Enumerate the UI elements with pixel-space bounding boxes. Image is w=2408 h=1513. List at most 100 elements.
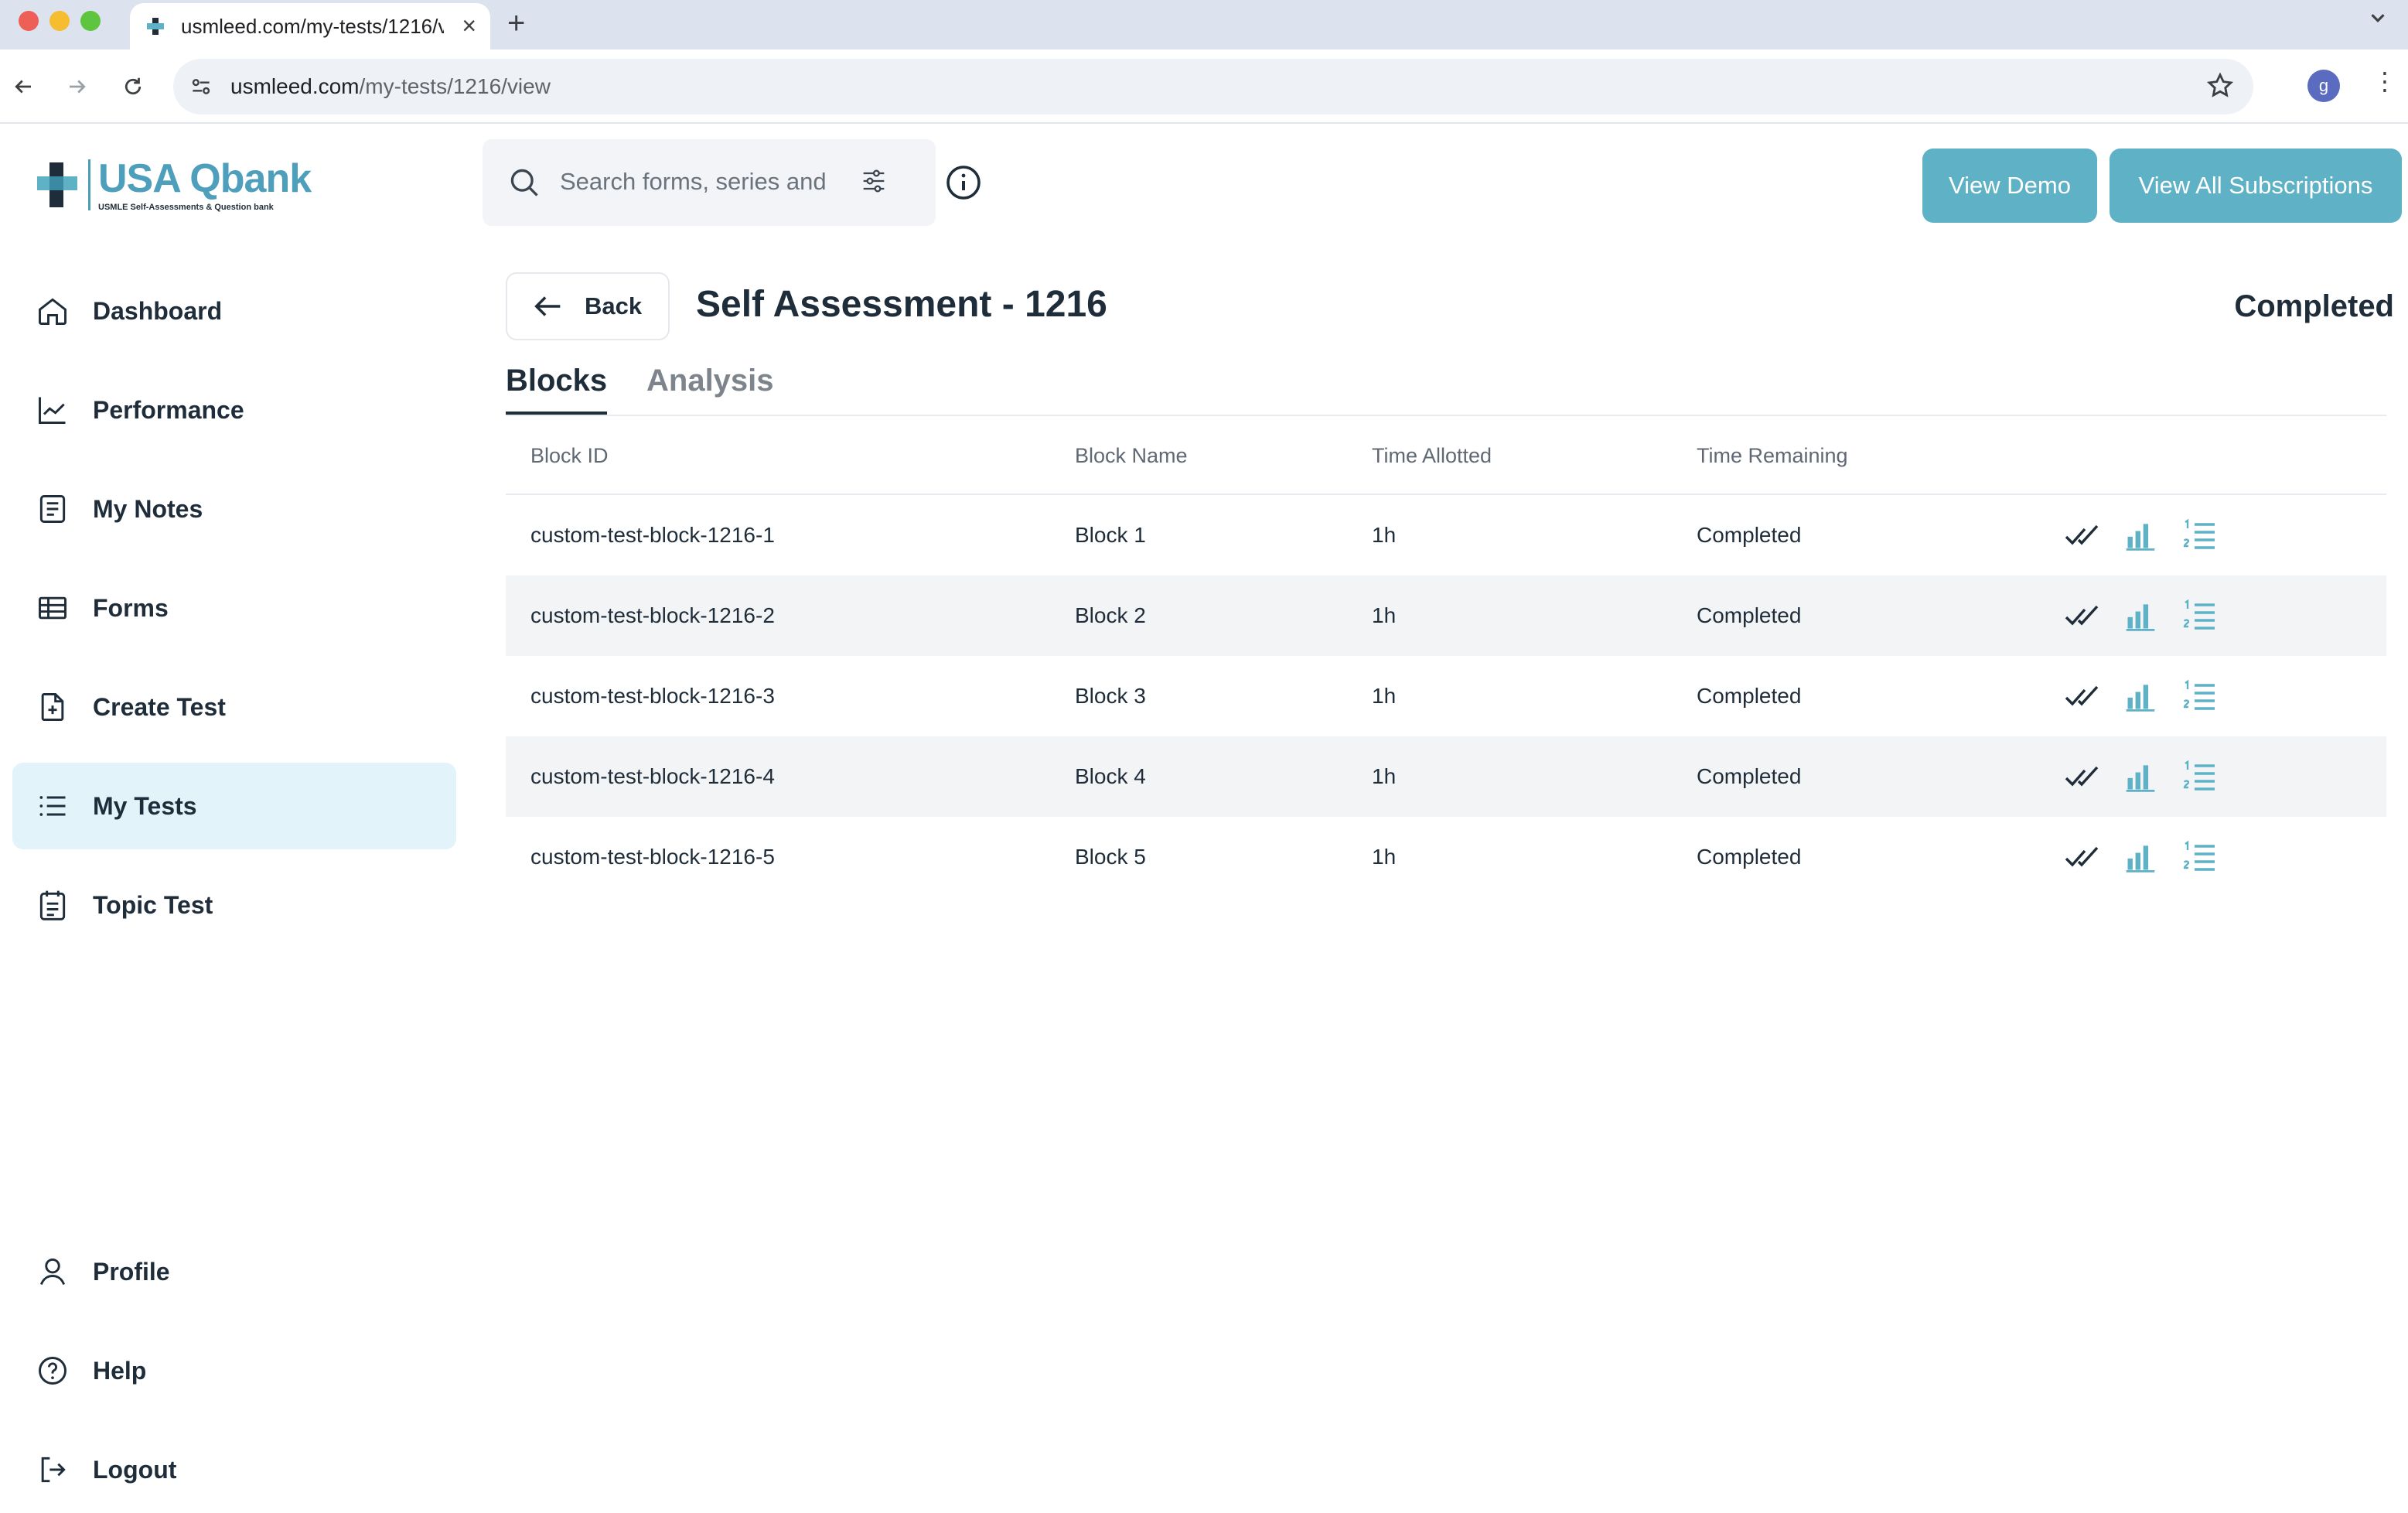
- cell-time-allotted: 1h: [1372, 603, 1397, 627]
- window-close-button[interactable]: [19, 11, 39, 31]
- filter-sliders-icon[interactable]: [858, 166, 889, 196]
- blocks-table: Block ID Block Name Time Allotted Time R…: [506, 418, 2386, 897]
- browser-profile-avatar[interactable]: g: [2307, 70, 2340, 102]
- reload-icon[interactable]: [114, 68, 152, 105]
- back-button-label: Back: [585, 292, 643, 319]
- sidebar-item-my-notes[interactable]: My Notes: [12, 466, 456, 552]
- notes-icon: [36, 492, 70, 526]
- header-block-name[interactable]: Block Name: [1075, 444, 1372, 468]
- bookmark-star-icon[interactable]: [2205, 71, 2235, 101]
- cell-block-name: Block 3: [1075, 684, 1146, 708]
- double-check-icon[interactable]: [2063, 597, 2100, 634]
- site-favicon-icon: [147, 18, 164, 35]
- help-icon: [36, 1354, 70, 1388]
- header-time-allotted[interactable]: Time Allotted: [1372, 444, 1697, 468]
- sidebar-item-label: Forms: [93, 593, 169, 622]
- sidebar-item-label: Help: [93, 1356, 147, 1385]
- bar-chart-icon[interactable]: [2122, 758, 2159, 795]
- numbered-list-icon[interactable]: [2181, 597, 2218, 634]
- cell-time-remaining: Completed: [1697, 684, 1802, 708]
- brand-logo[interactable]: USA Qbank USMLE Self-Assessments & Quest…: [36, 159, 312, 212]
- view-all-subscriptions-button[interactable]: View All Subscriptions: [2110, 149, 2402, 223]
- logo-cross-icon: [37, 162, 77, 207]
- row-actions: [2063, 838, 2239, 876]
- brand-tagline: USMLE Self-Assessments & Question bank: [98, 203, 274, 212]
- main-content: View Demo View All Subscriptions Back Se…: [472, 125, 2408, 1502]
- header-block-id[interactable]: Block ID: [530, 444, 1075, 468]
- sidebar-item-dashboard[interactable]: Dashboard: [12, 268, 456, 354]
- cell-block-name: Block 2: [1075, 603, 1146, 627]
- sidebar-item-logout[interactable]: Logout: [12, 1426, 456, 1513]
- sidebar-item-create-test[interactable]: Create Test: [12, 664, 456, 750]
- table-body: custom-test-block-1216-1 Block 1 1h Comp…: [506, 495, 2386, 897]
- cell-time-remaining: Completed: [1697, 523, 1802, 547]
- browser-menu-icon[interactable]: ⋮: [2372, 67, 2397, 96]
- double-check-icon[interactable]: [2063, 678, 2100, 715]
- home-icon: [36, 294, 70, 328]
- sidebar: USA Qbank USMLE Self-Assessments & Quest…: [0, 125, 472, 1502]
- cell-block-id: custom-test-block-1216-3: [530, 684, 775, 708]
- window-maximize-button[interactable]: [80, 11, 101, 31]
- cell-block-id: custom-test-block-1216-4: [530, 764, 775, 788]
- sidebar-item-help[interactable]: Help: [12, 1327, 456, 1414]
- tab-bar: Blocks Analysis: [506, 359, 2386, 416]
- double-check-icon[interactable]: [2063, 838, 2100, 876]
- tab-analysis[interactable]: Analysis: [646, 359, 774, 415]
- window-minimize-button[interactable]: [49, 11, 70, 31]
- cell-block-id: custom-test-block-1216-2: [530, 603, 775, 627]
- logo-divider: [88, 159, 90, 210]
- tab-blocks[interactable]: Blocks: [506, 359, 608, 415]
- bar-chart-icon[interactable]: [2122, 597, 2159, 634]
- file-plus-icon: [36, 690, 70, 724]
- sidebar-item-label: Dashboard: [93, 296, 223, 325]
- sidebar-item-performance[interactable]: Performance: [12, 367, 456, 453]
- numbered-list-icon[interactable]: [2181, 517, 2218, 554]
- table-row: custom-test-block-1216-4 Block 4 1h Comp…: [506, 736, 2386, 817]
- cell-block-id: custom-test-block-1216-5: [530, 845, 775, 869]
- browser-toolbar: usmleed.com/my-tests/1216/view g ⋮: [0, 50, 2408, 124]
- address-bar[interactable]: usmleed.com/my-tests/1216/view: [173, 59, 2253, 114]
- numbered-list-icon[interactable]: [2181, 678, 2218, 715]
- sidebar-item-my-tests[interactable]: My Tests: [12, 763, 456, 849]
- bar-chart-icon[interactable]: [2122, 517, 2159, 554]
- cell-time-remaining: Completed: [1697, 603, 1802, 627]
- search-icon: [510, 169, 538, 196]
- chart-line-icon: [36, 393, 70, 427]
- search-input[interactable]: [560, 162, 831, 201]
- bar-chart-icon[interactable]: [2122, 838, 2159, 876]
- numbered-list-icon[interactable]: [2181, 758, 2218, 795]
- table-row: custom-test-block-1216-3 Block 3 1h Comp…: [506, 656, 2386, 736]
- clipboard-icon: [36, 888, 70, 922]
- double-check-icon[interactable]: [2063, 517, 2100, 554]
- tab-title: usmleed.com/my-tests/1216/view: [181, 14, 444, 38]
- forward-arrow-icon[interactable]: [59, 68, 96, 105]
- sidebar-item-label: Create Test: [93, 692, 226, 721]
- table-icon: [36, 591, 70, 625]
- back-arrow-icon[interactable]: [5, 68, 42, 105]
- view-demo-button[interactable]: View Demo: [1922, 149, 2097, 223]
- cell-time-allotted: 1h: [1372, 764, 1397, 788]
- table-row: custom-test-block-1216-1 Block 1 1h Comp…: [506, 495, 2386, 575]
- numbered-list-icon[interactable]: [2181, 838, 2218, 876]
- table-row: custom-test-block-1216-2 Block 2 1h Comp…: [506, 575, 2386, 656]
- browser-tab-active[interactable]: usmleed.com/my-tests/1216/view ×: [130, 3, 490, 50]
- back-button[interactable]: Back: [506, 272, 670, 340]
- sidebar-item-profile[interactable]: Profile: [12, 1228, 456, 1315]
- new-tab-icon[interactable]: +: [507, 5, 525, 42]
- table-header: Block ID Block Name Time Allotted Time R…: [506, 418, 2386, 495]
- tab-search-chevron-icon[interactable]: [2366, 6, 2389, 29]
- double-check-icon[interactable]: [2063, 758, 2100, 795]
- url-text[interactable]: usmleed.com/my-tests/1216/view: [230, 74, 551, 99]
- sidebar-item-forms[interactable]: Forms: [12, 565, 456, 651]
- row-actions: [2063, 597, 2239, 634]
- cell-time-remaining: Completed: [1697, 845, 1802, 869]
- app-root: USA Qbank USMLE Self-Assessments & Quest…: [0, 125, 2408, 1502]
- header-time-remaining[interactable]: Time Remaining: [1697, 444, 2063, 468]
- sidebar-item-label: Topic Test: [93, 890, 213, 919]
- info-icon[interactable]: [945, 164, 982, 201]
- bar-chart-icon[interactable]: [2122, 678, 2159, 715]
- cell-time-allotted: 1h: [1372, 684, 1397, 708]
- site-settings-icon[interactable]: [189, 74, 213, 99]
- tab-close-icon[interactable]: ×: [462, 12, 476, 39]
- sidebar-item-topic-test[interactable]: Topic Test: [12, 862, 456, 948]
